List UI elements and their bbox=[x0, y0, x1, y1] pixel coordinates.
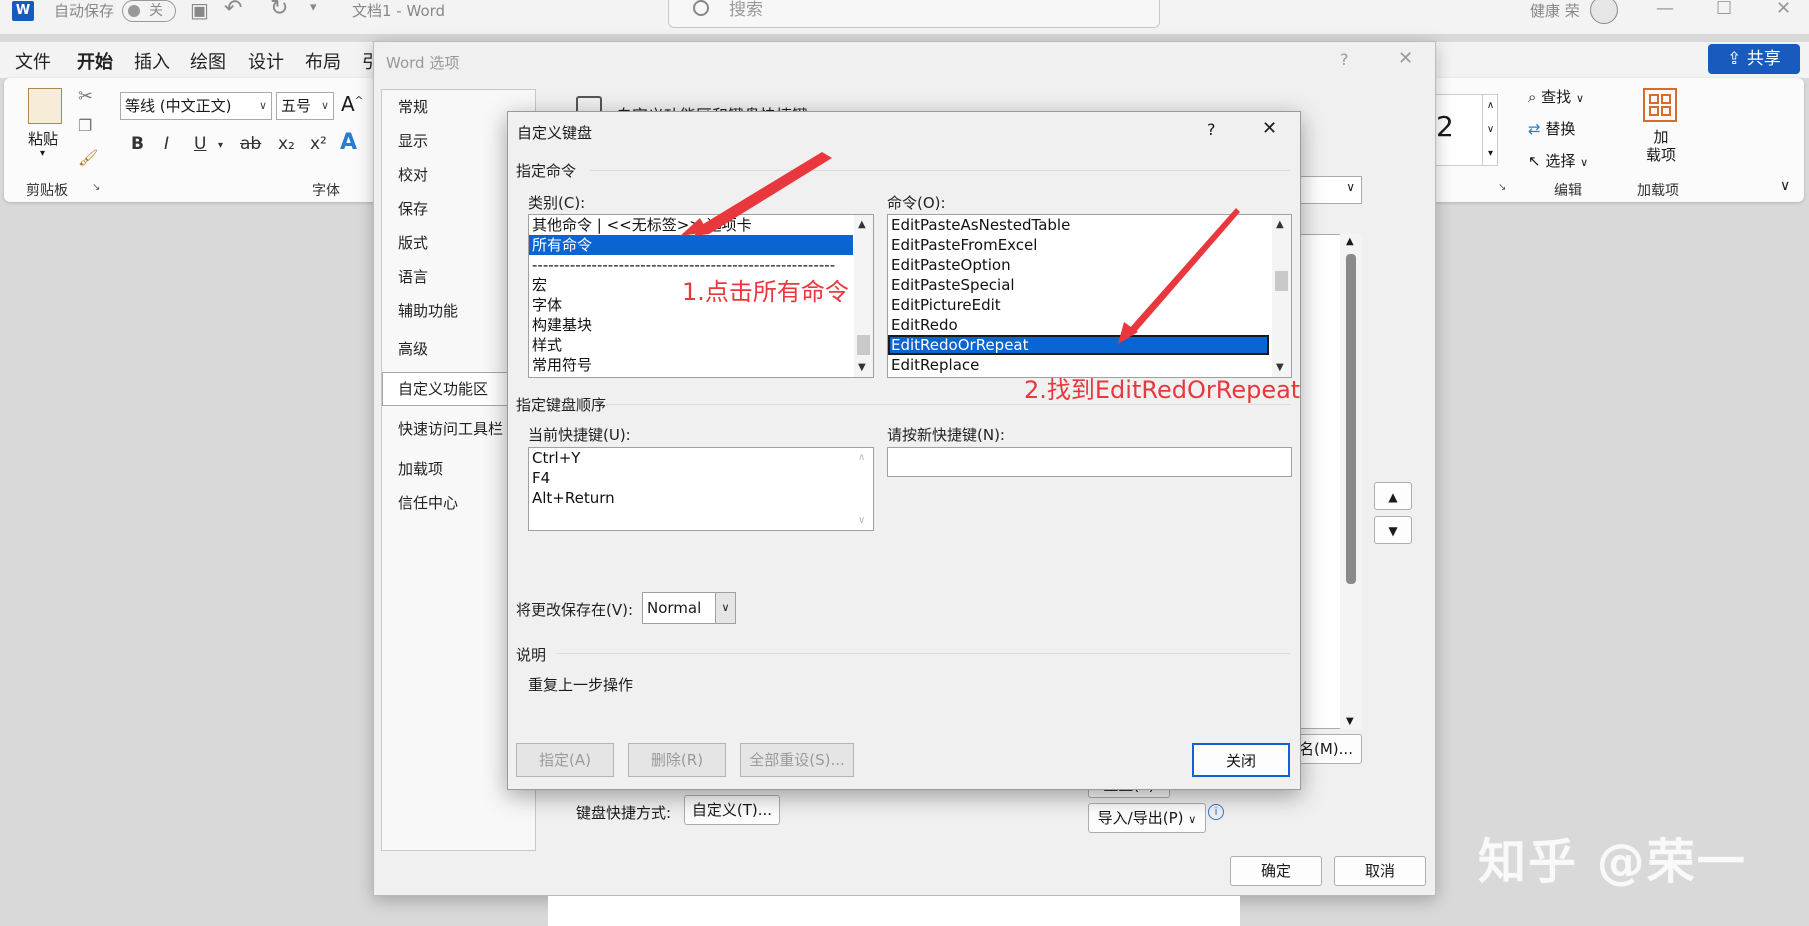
arrow-step2 bbox=[1124, 208, 1240, 336]
watermark: 知乎 @荣一 bbox=[1478, 834, 1747, 890]
annotation-step1: 1.点击所有命令 bbox=[682, 278, 849, 306]
arrow-step1 bbox=[694, 152, 832, 236]
annotation-arrows bbox=[680, 152, 1240, 344]
annotation-step2: 2.找到EditRedOrRepeat bbox=[1024, 376, 1301, 404]
